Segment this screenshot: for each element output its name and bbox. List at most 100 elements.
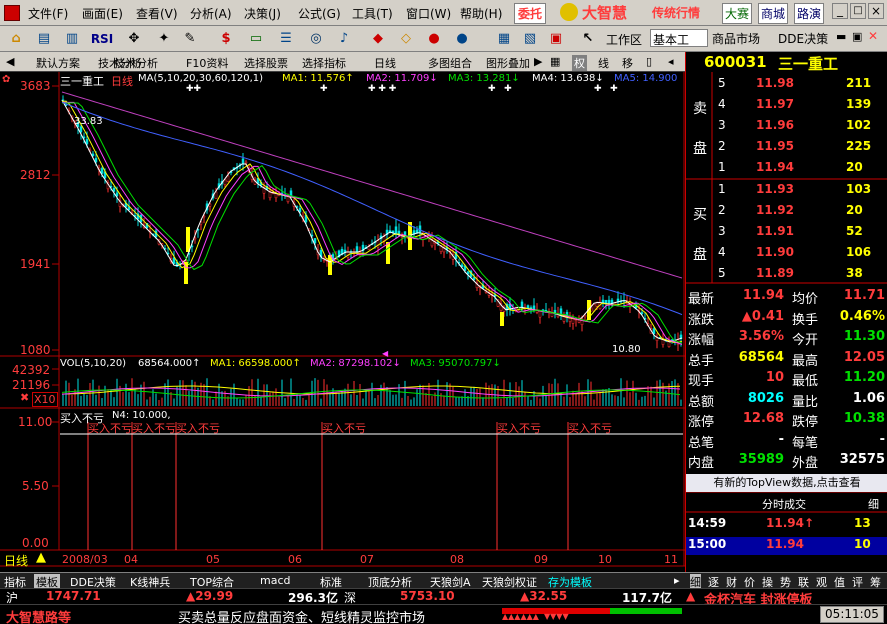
multi-chart-button[interactable]: 多图组合: [428, 55, 472, 71]
money-icon[interactable]: ▭: [246, 29, 266, 49]
line-button[interactable]: 线: [598, 55, 609, 71]
scroll-right-arrow[interactable]: ▶: [534, 55, 542, 68]
menu-file[interactable]: 文件(F): [28, 5, 68, 22]
dde-decision-tab[interactable]: DDE决策: [778, 30, 828, 47]
menu-view-screen[interactable]: 画面(E): [82, 5, 123, 22]
move-button[interactable]: 移: [622, 55, 633, 71]
period-arrow-icon[interactable]: ▲: [36, 550, 46, 565]
candle-body: [652, 328, 656, 334]
goods-market-tab[interactable]: 商品市场: [712, 30, 760, 47]
quote-value: 35989: [738, 452, 784, 467]
ma5-value: MA5: 14.900: [614, 73, 678, 84]
workspace-select[interactable]: 基本工: [650, 29, 708, 47]
period-button[interactable]: 日线: [374, 55, 396, 71]
shangcheng-button[interactable]: 商城: [758, 3, 789, 24]
ma4-value: MA4: 13.638↓: [532, 73, 604, 84]
menu-decision[interactable]: 决策(J): [244, 5, 281, 22]
tick-volume: 10: [854, 537, 871, 551]
app-icon[interactable]: [4, 5, 20, 21]
quote-value: 10.38: [843, 411, 885, 426]
candle-body: [226, 175, 230, 182]
report-icon[interactable]: ▧: [520, 29, 540, 49]
buy-level: 2: [718, 203, 726, 217]
red-circle-icon[interactable]: ●: [424, 29, 444, 49]
news-ticker[interactable]: 买卖总量反应盘面资金、短线精灵监控市场: [178, 607, 500, 624]
grid-icon[interactable]: ▦: [494, 29, 514, 49]
weituo-button[interactable]: 委托: [514, 3, 547, 24]
quote-label: 内盘: [688, 456, 715, 471]
candle-body: [604, 299, 608, 304]
ma-params: MA(5,10,20,30,60,120,1): [138, 73, 264, 84]
tick-volume: 13: [854, 516, 871, 530]
topview-banner[interactable]: 有新的TopView数据,点击查看: [686, 474, 887, 492]
workspace-label[interactable]: 工作区: [606, 31, 642, 48]
select-stock-button[interactable]: 选择股票: [244, 55, 288, 71]
settings-icon[interactable]: ✿: [2, 74, 10, 85]
ruler-icon[interactable]: ✎: [180, 29, 200, 49]
menu-look[interactable]: 查看(V): [136, 5, 178, 22]
calendar-icon[interactable]: ▣: [546, 29, 566, 49]
brand-icon: [560, 3, 578, 21]
select-indicator-button[interactable]: 选择指标: [302, 55, 346, 71]
kline-chart-area[interactable]: 三一重工 日线 MA(5,10,20,30,60,120,1) MA1: 11.…: [0, 72, 685, 572]
kline-svg: [0, 72, 685, 567]
buy-volume: 106: [846, 245, 872, 259]
tab-scroll-right[interactable]: ▸: [674, 574, 680, 587]
candle-body: [100, 168, 104, 174]
diamond-icon[interactable]: ◇: [396, 29, 416, 49]
tech-analysis-label[interactable]: 技术分析: [114, 55, 158, 71]
cursor-arrow-icon[interactable]: ↖: [578, 29, 598, 49]
menu-help[interactable]: 帮助(H): [460, 5, 502, 22]
move-icon[interactable]: ✥: [124, 29, 144, 49]
close-button[interactable]: ×: [868, 3, 884, 19]
time-pointer: ◀: [382, 349, 389, 358]
right-adjust-button[interactable]: 权: [572, 55, 587, 71]
x-label: 08: [450, 553, 464, 566]
list-icon[interactable]: ☰: [276, 29, 296, 49]
stock-icon[interactable]: ◆: [368, 29, 388, 49]
tick-row-selected[interactable]: 15:00 11.94 10: [686, 537, 887, 555]
sub-close-button[interactable]: ✕: [868, 29, 878, 43]
ticks-fine-button[interactable]: 细: [868, 496, 879, 512]
ma1-value: MA1: 11.576↑: [282, 73, 354, 84]
minimize-button[interactable]: _: [832, 3, 848, 19]
dasai-button[interactable]: 大赛: [722, 3, 753, 24]
f10-button[interactable]: F10资料: [186, 55, 228, 71]
timechart-icon[interactable]: ▤: [34, 29, 54, 49]
sub-restore-button[interactable]: ▣: [852, 30, 862, 43]
menu-analysis[interactable]: 分析(A): [190, 5, 232, 22]
market-breadth-bar: ▲▲▲▲▲▲ ▼▼▼▼: [502, 608, 682, 621]
quote-label: 量比: [792, 394, 819, 410]
x-label: 05: [206, 553, 220, 566]
dollar-icon[interactable]: $: [216, 29, 236, 49]
kline-icon[interactable]: ▥: [62, 29, 82, 49]
binocular-icon[interactable]: ◎: [306, 29, 326, 49]
blue-circle-icon[interactable]: ●: [452, 29, 472, 49]
home-icon[interactable]: ⌂: [6, 29, 26, 49]
menu-formula[interactable]: 公式(G): [298, 5, 341, 22]
collapse-icon[interactable]: ◂: [668, 55, 674, 68]
menu-window[interactable]: 窗口(W): [406, 5, 451, 22]
signal-candle: [500, 312, 504, 326]
period-label[interactable]: 日线: [4, 552, 28, 569]
overlay-button[interactable]: 图形叠加: [486, 55, 530, 71]
vol-unit: X10: [32, 392, 58, 407]
grid-toggle-icon[interactable]: ▦: [550, 55, 560, 68]
tab-macd[interactable]: macd: [260, 574, 291, 587]
expand-icon[interactable]: ▯: [646, 55, 652, 68]
buy-level: 5: [718, 266, 726, 280]
cursor-icon[interactable]: ✦: [154, 29, 174, 49]
scroll-left-arrow[interactable]: ◀: [6, 55, 14, 68]
quote-label: 总笔: [688, 435, 715, 451]
candle-body: [520, 301, 524, 308]
vol-params: VOL(5,10,20): [60, 358, 127, 369]
menu-tools[interactable]: 工具(T): [352, 5, 393, 22]
rsi-button[interactable]: RSI: [88, 29, 116, 49]
quote-value: -: [778, 431, 784, 447]
luyan-button[interactable]: 路演: [794, 3, 825, 24]
alert-icon[interactable]: ♪: [334, 29, 354, 49]
scheme-button[interactable]: 默认方案: [36, 55, 80, 71]
sub-minimize-button[interactable]: ▬: [836, 30, 846, 43]
maximize-button[interactable]: □: [850, 3, 866, 19]
quote-value: 12.05: [843, 349, 885, 365]
